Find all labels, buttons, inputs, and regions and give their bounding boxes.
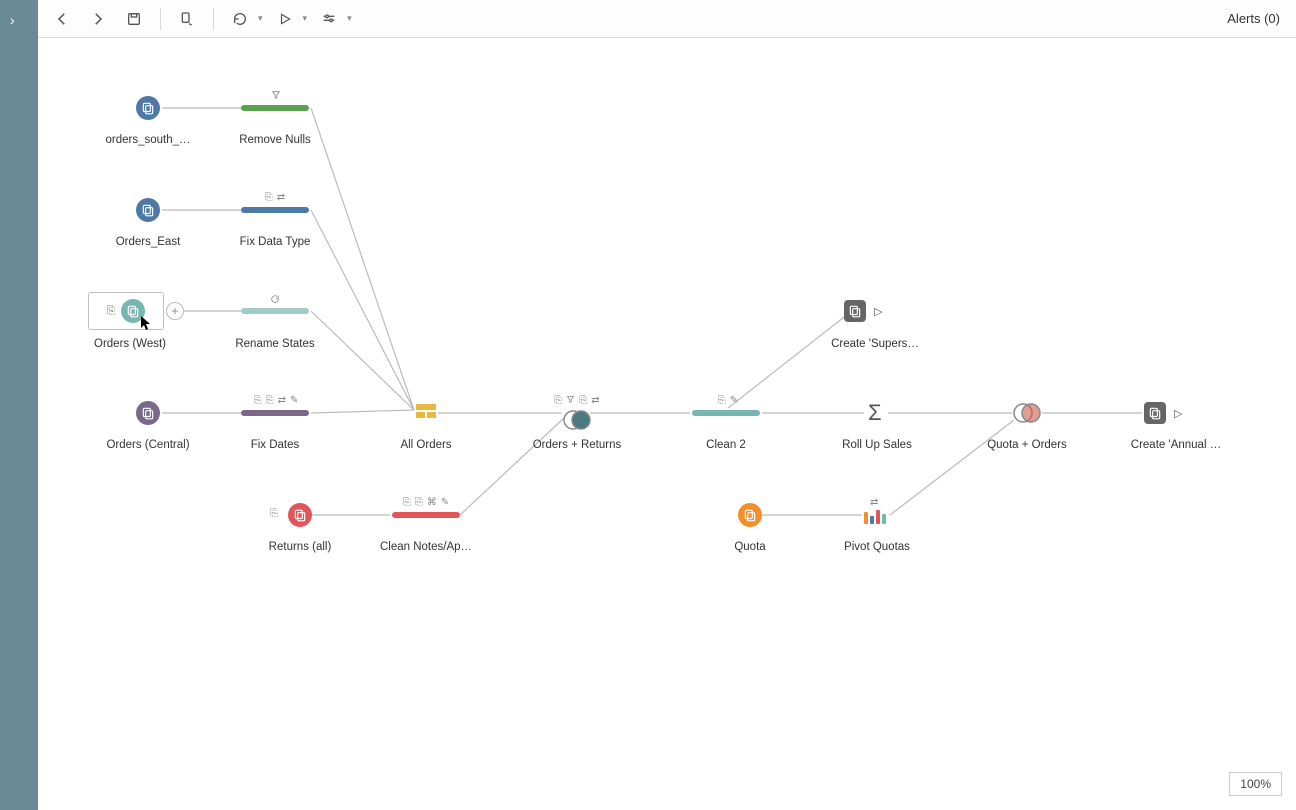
back-button[interactable]: [48, 5, 76, 33]
chevron-right-icon: ›: [10, 12, 15, 28]
node-label: Remove Nulls: [215, 134, 335, 146]
step-mini-icons: ⎘⎘⇄: [549, 395, 605, 406]
node-label: Rename States: [215, 338, 335, 350]
node-label: Quota: [690, 541, 810, 553]
save-button[interactable]: [120, 5, 148, 33]
settings-button[interactable]: [315, 5, 343, 33]
node-label: Roll Up Sales: [817, 439, 937, 451]
clean-step-remove-nulls[interactable]: [241, 105, 309, 111]
step-mini-icons: ⎘⇄: [260, 192, 290, 203]
node-label: Fix Dates: [215, 439, 335, 451]
separator: [160, 8, 161, 30]
input-node-returns-all[interactable]: [288, 503, 312, 527]
input-node-quota[interactable]: [738, 503, 762, 527]
cursor-icon: [140, 315, 152, 331]
zoom-indicator[interactable]: 100%: [1229, 772, 1282, 796]
input-node-orders-central[interactable]: [136, 401, 160, 425]
node-label: Orders (Central): [98, 439, 198, 451]
pivot-step-pivot-quotas[interactable]: [864, 510, 886, 524]
flow-canvas[interactable]: orders_south_… Remove Nulls Orders_East …: [38, 38, 1296, 810]
step-mini-icons: [266, 90, 286, 100]
join-step-quota-orders[interactable]: [1012, 403, 1042, 423]
data-connection-button[interactable]: [173, 5, 201, 33]
input-node-orders-west-selected[interactable]: ⎘: [88, 292, 164, 330]
node-label: Clean Notes/Ap…: [366, 541, 486, 553]
run-output-icon[interactable]: ▷: [1174, 407, 1182, 420]
step-mini-icons: ⎘⎘⇄✎: [248, 395, 304, 406]
settings-dropdown-icon[interactable]: ▾: [347, 13, 352, 24]
step-mini-icons: ⇄: [870, 497, 878, 508]
clean-step-rename-states[interactable]: [241, 308, 309, 314]
aggregate-step-rollup[interactable]: Σ: [868, 400, 882, 426]
step-mini-icons: [266, 294, 284, 304]
node-label: Orders (West): [70, 338, 190, 350]
input-node-orders-east[interactable]: [136, 198, 160, 222]
clean-step-clean2[interactable]: [692, 410, 760, 416]
step-mini-icons: ⎘⎘⌘✎: [398, 497, 454, 508]
alerts-indicator[interactable]: Alerts (0): [1227, 11, 1286, 26]
clean-step-fix-data-type[interactable]: [241, 207, 309, 213]
run-flow-button[interactable]: [271, 5, 299, 33]
join-step-orders-returns[interactable]: [562, 410, 592, 430]
node-label: Pivot Quotas: [817, 541, 937, 553]
step-mini-icons: ⎘✎: [713, 395, 743, 406]
left-panel-collapse[interactable]: ›: [0, 0, 38, 810]
separator: [213, 8, 214, 30]
connector-layer: [38, 38, 1296, 810]
refresh-dropdown-icon[interactable]: ▾: [258, 13, 263, 24]
output-step-create-supers[interactable]: [844, 300, 866, 322]
node-label: Create 'Supers…: [815, 338, 935, 350]
refresh-button[interactable]: [226, 5, 254, 33]
clean-step-fix-dates[interactable]: [241, 410, 309, 416]
node-label: Fix Data Type: [215, 236, 335, 248]
node-label: orders_south_…: [103, 134, 193, 146]
node-label: Create 'Annual …: [1116, 439, 1236, 451]
toolbar: ▾ ▾ ▾ Alerts (0): [38, 0, 1296, 38]
node-label: All Orders: [366, 439, 486, 451]
input-node-orders-south[interactable]: [136, 96, 160, 120]
table-icon: ⎘: [107, 305, 116, 318]
node-label: Quota + Orders: [967, 439, 1087, 451]
node-label: Orders + Returns: [517, 439, 637, 451]
run-dropdown-icon[interactable]: ▾: [303, 13, 308, 24]
output-step-create-annual[interactable]: [1144, 402, 1166, 424]
node-label: Orders_East: [108, 236, 188, 248]
node-label: Returns (all): [255, 541, 345, 553]
clean-step-clean-notes[interactable]: [392, 512, 460, 518]
forward-button[interactable]: [84, 5, 112, 33]
run-output-icon[interactable]: ▷: [874, 305, 882, 318]
node-label: Clean 2: [666, 439, 786, 451]
union-step-all-orders[interactable]: [414, 400, 438, 424]
table-icon: ⎘: [270, 508, 278, 519]
add-step-button[interactable]: +: [166, 302, 184, 320]
